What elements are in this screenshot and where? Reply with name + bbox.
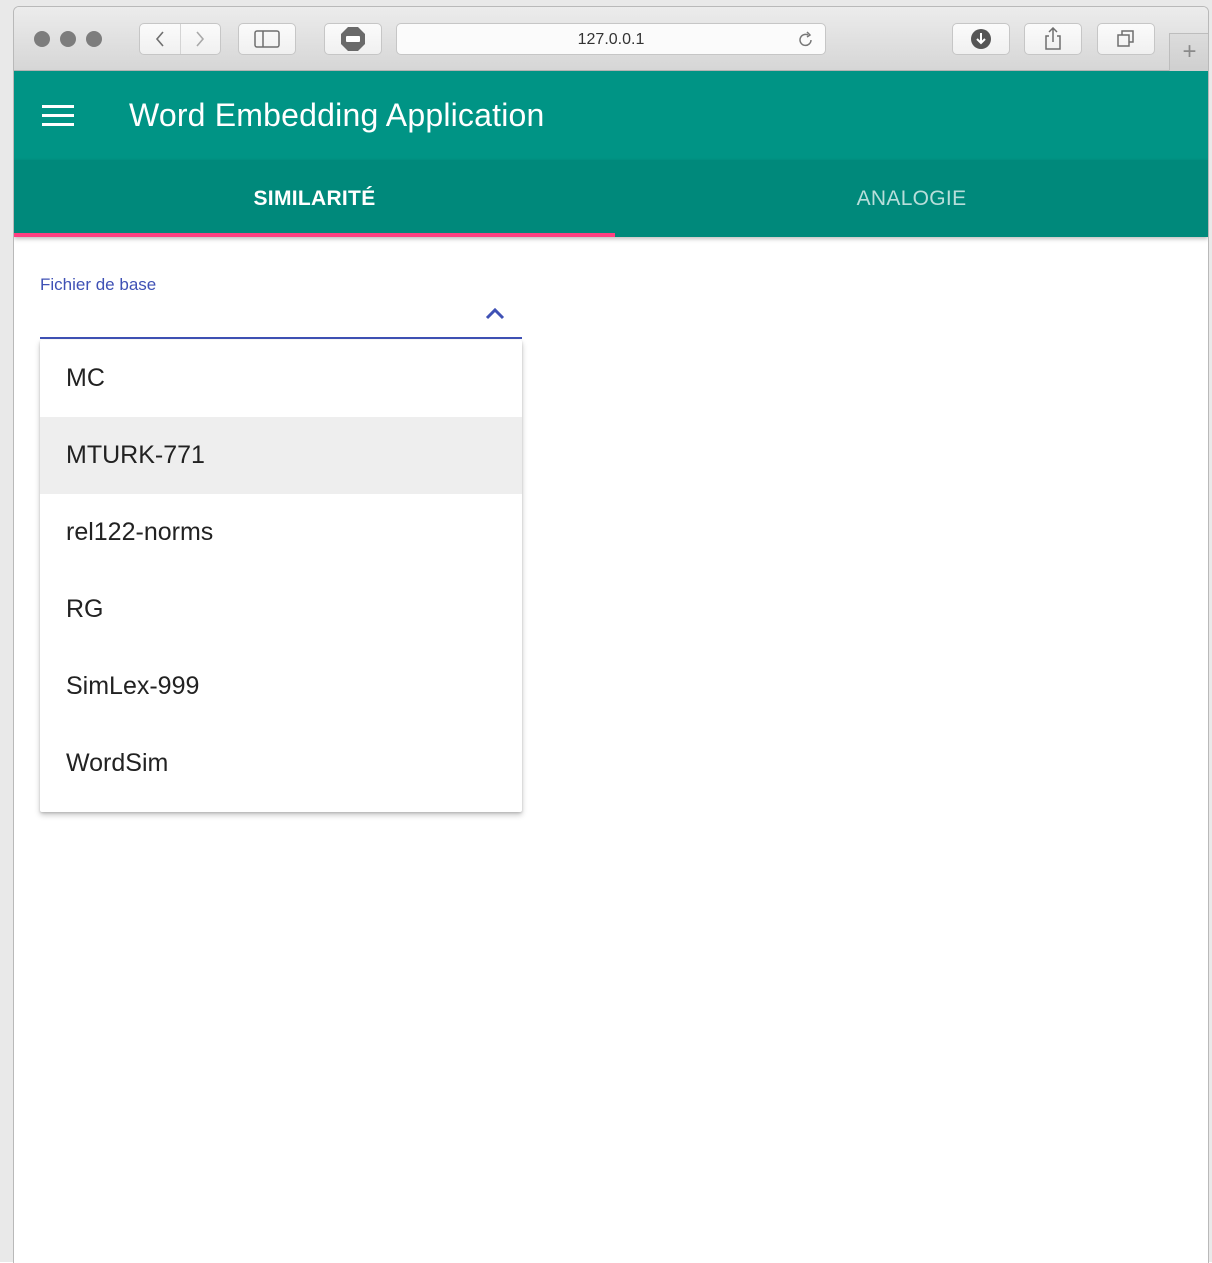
adblock-button[interactable] (324, 23, 382, 55)
sidebar-icon (254, 30, 280, 48)
adblock-icon (341, 27, 365, 51)
back-forward-group (139, 23, 221, 55)
share-icon (1045, 27, 1061, 50)
option-rel122-norms[interactable]: rel122-norms (40, 494, 522, 571)
app-title: Word Embedding Application (129, 97, 545, 133)
select-underline (40, 337, 522, 339)
address-text: 127.0.0.1 (577, 31, 645, 48)
base-file-label: Fichier de base (40, 275, 157, 294)
back-button[interactable] (140, 24, 180, 54)
tab-analogie[interactable]: ANALOGIE (615, 160, 1208, 237)
zoom-window-dot[interactable] (86, 31, 102, 47)
download-icon (971, 29, 991, 49)
forward-icon (196, 31, 205, 47)
active-tab-indicator (14, 233, 615, 237)
tab-similarite[interactable]: SIMILARITÉ (14, 160, 615, 237)
tabs-icon (1117, 30, 1134, 47)
hamburger-menu-icon[interactable] (42, 103, 74, 129)
option-mc[interactable]: MC (40, 340, 522, 417)
sidebar-button[interactable] (238, 23, 296, 55)
close-window-dot[interactable] (34, 31, 50, 47)
new-tab-button[interactable]: + (1169, 33, 1208, 71)
option-simlex-999[interactable]: SimLex-999 (40, 648, 522, 725)
reload-icon[interactable] (797, 31, 815, 49)
chevron-up-icon[interactable] (483, 305, 507, 321)
forward-button[interactable] (180, 24, 220, 54)
back-icon (155, 31, 164, 47)
tab-bar: SIMILARITÉ ANALOGIE (14, 160, 1208, 237)
option-mturk-771[interactable]: MTURK-771 (40, 417, 522, 494)
share-button[interactable] (1024, 23, 1082, 55)
address-bar[interactable]: 127.0.0.1 (396, 23, 826, 55)
option-rg[interactable]: RG (40, 571, 522, 648)
tabs-overview-button[interactable] (1097, 23, 1155, 55)
downloads-button[interactable] (952, 23, 1010, 55)
minimize-window-dot[interactable] (60, 31, 76, 47)
browser-toolbar: 127.0.0.1 + (14, 7, 1208, 71)
browser-window: 127.0.0.1 + Word Embedding Application S… (13, 6, 1209, 1263)
option-wordsim[interactable]: WordSim (40, 725, 522, 802)
base-file-dropdown: MC MTURK-771 rel122-norms RG SimLex-999 … (40, 340, 522, 812)
desktop-background: 127.0.0.1 + Word Embedding Application S… (0, 0, 1212, 1263)
app-bar: Word Embedding Application (14, 71, 1208, 160)
